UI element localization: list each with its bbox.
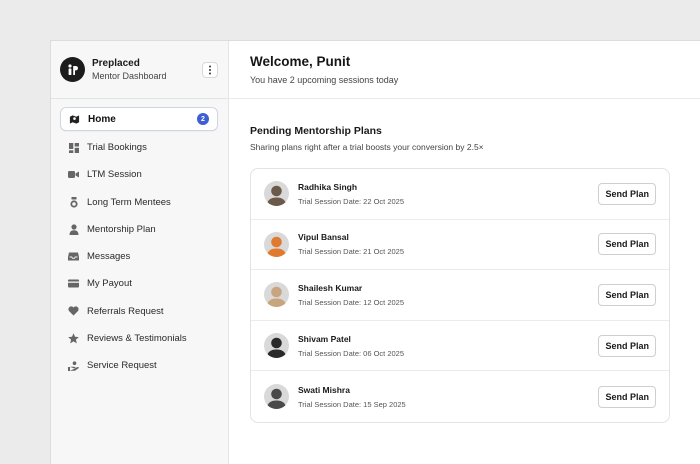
mentee-name: Shailesh Kumar [298, 282, 363, 293]
sidebar-item-referrals-request[interactable]: Referrals Request [60, 298, 218, 325]
avatar [264, 384, 289, 410]
main-content: Welcome, Punit You have 2 upcoming sessi… [229, 41, 700, 464]
sidebar-item-trial-bookings[interactable]: Trial Bookings [60, 134, 218, 161]
welcome-header: Welcome, Punit You have 2 upcoming sessi… [229, 41, 700, 99]
send-plan-button[interactable]: Send Plan [598, 182, 656, 205]
sidebar-item-label: Reviews & Testimonials [87, 333, 187, 345]
brand-name: Preplaced [92, 57, 140, 69]
sidebar-item-label: Messages [87, 251, 131, 263]
kebab-icon [209, 65, 211, 74]
send-plan-button[interactable]: Send Plan [598, 385, 656, 408]
sidebar-item-label: Trial Bookings [87, 142, 147, 153]
sidebar-item-long-term-mentees[interactable]: Long Term Mentees [60, 189, 218, 216]
inbox-icon [68, 251, 79, 262]
trial-session-date: Trial Session Date: 15 Sep 2025 [298, 399, 406, 409]
map-icon [69, 114, 80, 125]
avatar [264, 333, 289, 359]
wallet-icon [68, 278, 79, 289]
mentee-name: Shivam Patel [298, 333, 351, 344]
star-icon [68, 333, 79, 344]
notification-badge: 2 [197, 113, 209, 125]
section-subtitle: Sharing plans right after a trial boosts… [250, 142, 484, 152]
grid-icon [68, 142, 79, 153]
upcoming-sessions-text: You have 2 upcoming sessions today [250, 75, 399, 85]
sidebar-item-service-request[interactable]: Service Request [60, 352, 218, 379]
avatar [264, 231, 289, 257]
list-item: Swati Mishra Trial Session Date: 15 Sep … [251, 371, 669, 422]
list-item: Shailesh Kumar Trial Session Date: 12 Oc… [251, 270, 669, 321]
app-window: Preplaced Mentor Dashboard Home 2 Trial … [50, 40, 700, 464]
sidebar-item-label: Long Term Mentees [87, 196, 171, 208]
sidebar-item-reviews-testimonials[interactable]: Reviews & Testimonials [60, 325, 218, 352]
medal-icon [68, 196, 79, 208]
sidebar-item-label: Home [88, 113, 116, 125]
video-icon [68, 169, 79, 180]
sidebar-item-messages[interactable]: Messages [60, 243, 218, 270]
sidebar-item-label: Service Request [87, 360, 157, 372]
sidebar-item-label: LTM Session [87, 169, 142, 181]
sidebar-item-ltm-session[interactable]: LTM Session [60, 161, 218, 188]
brand-subtitle: Mentor Dashboard [92, 70, 167, 81]
sidebar-item-label: Mentorship Plan [87, 223, 156, 235]
sidebar: Preplaced Mentor Dashboard Home 2 Trial … [51, 41, 229, 464]
send-plan-button[interactable]: Send Plan [598, 233, 656, 256]
list-item: Shivam Patel Trial Session Date: 06 Oct … [251, 321, 669, 372]
list-item: Radhika Singh Trial Session Date: 22 Oct… [251, 169, 669, 220]
sidebar-item-my-payout[interactable]: My Payout [60, 270, 218, 297]
trial-session-date: Trial Session Date: 21 Oct 2025 [298, 247, 405, 257]
trial-session-date: Trial Session Date: 22 Oct 2025 [298, 196, 405, 206]
list-item: Vipul Bansal Trial Session Date: 21 Oct … [251, 220, 669, 271]
person-icon [68, 224, 79, 235]
brand-header: Preplaced Mentor Dashboard [51, 41, 228, 99]
pending-plans-list: Radhika Singh Trial Session Date: 22 Oct… [250, 168, 670, 423]
hand-icon [68, 360, 79, 371]
sidebar-item-label: Referrals Request [87, 305, 164, 317]
send-plan-button[interactable]: Send Plan [598, 283, 656, 306]
mentee-name: Vipul Bansal [298, 232, 349, 243]
mentee-name: Radhika Singh [298, 181, 358, 192]
pending-plans-section: Pending Mentorship Plans Sharing plans r… [229, 99, 700, 423]
trial-session-date: Trial Session Date: 06 Oct 2025 [298, 348, 405, 358]
avatar [264, 181, 289, 207]
more-options-button[interactable] [202, 61, 218, 78]
page-title: Welcome, Punit [250, 54, 351, 69]
sidebar-item-mentorship-plan[interactable]: Mentorship Plan [60, 216, 218, 243]
sidebar-nav: Home 2 Trial Bookings LTM Session Long T… [51, 107, 228, 379]
heart-icon [68, 306, 79, 317]
preplaced-logo-icon [60, 57, 85, 82]
avatar [264, 282, 289, 308]
trial-session-date: Trial Session Date: 12 Oct 2025 [298, 297, 405, 307]
mentee-name: Swati Mishra [298, 384, 350, 395]
section-title: Pending Mentorship Plans [250, 125, 382, 137]
sidebar-item-label: My Payout [87, 278, 132, 290]
send-plan-button[interactable]: Send Plan [598, 334, 656, 357]
sidebar-item-home[interactable]: Home 2 [60, 107, 218, 131]
